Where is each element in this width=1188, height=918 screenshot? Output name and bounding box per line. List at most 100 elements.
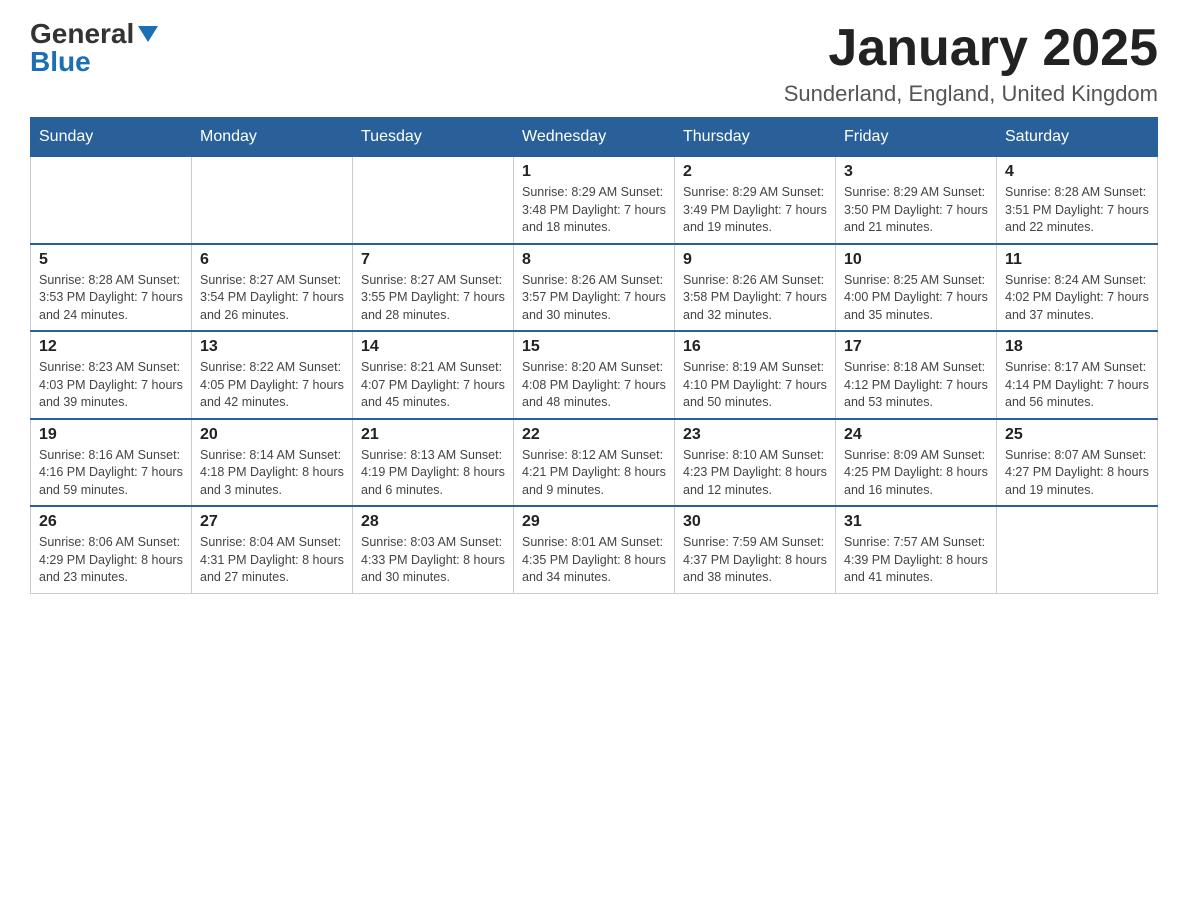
day-info: Sunrise: 8:28 AM Sunset: 3:53 PM Dayligh… <box>39 272 183 325</box>
day-info: Sunrise: 8:21 AM Sunset: 4:07 PM Dayligh… <box>361 359 505 412</box>
day-info: Sunrise: 8:29 AM Sunset: 3:48 PM Dayligh… <box>522 184 666 237</box>
calendar-cell: 10 Sunrise: 8:25 AM Sunset: 4:00 PM Dayli… <box>836 244 997 332</box>
calendar-cell: 1 Sunrise: 8:29 AM Sunset: 3:48 PM Daylig… <box>514 157 675 244</box>
day-number: 2 <box>683 163 827 181</box>
day-number: 1 <box>522 163 666 181</box>
day-info: Sunrise: 8:12 AM Sunset: 4:21 PM Dayligh… <box>522 447 666 500</box>
day-number: 10 <box>844 251 988 269</box>
calendar-cell: 13 Sunrise: 8:22 AM Sunset: 4:05 PM Dayli… <box>192 331 353 419</box>
day-info: Sunrise: 8:14 AM Sunset: 4:18 PM Dayligh… <box>200 447 344 500</box>
day-number: 16 <box>683 338 827 356</box>
day-number: 28 <box>361 513 505 531</box>
day-info: Sunrise: 8:10 AM Sunset: 4:23 PM Dayligh… <box>683 447 827 500</box>
day-of-week-header: Sunday <box>31 118 192 157</box>
day-number: 21 <box>361 426 505 444</box>
day-number: 3 <box>844 163 988 181</box>
day-info: Sunrise: 8:25 AM Sunset: 4:00 PM Dayligh… <box>844 272 988 325</box>
calendar-cell: 22 Sunrise: 8:12 AM Sunset: 4:21 PM Dayli… <box>514 419 675 507</box>
calendar-cell: 4 Sunrise: 8:28 AM Sunset: 3:51 PM Daylig… <box>997 157 1158 244</box>
day-info: Sunrise: 8:16 AM Sunset: 4:16 PM Dayligh… <box>39 447 183 500</box>
day-number: 12 <box>39 338 183 356</box>
day-of-week-header: Wednesday <box>514 118 675 157</box>
title-section: January 2025 Sunderland, England, United… <box>784 20 1158 107</box>
day-info: Sunrise: 8:17 AM Sunset: 4:14 PM Dayligh… <box>1005 359 1149 412</box>
day-info: Sunrise: 8:29 AM Sunset: 3:49 PM Dayligh… <box>683 184 827 237</box>
day-number: 6 <box>200 251 344 269</box>
day-info: Sunrise: 8:18 AM Sunset: 4:12 PM Dayligh… <box>844 359 988 412</box>
day-of-week-header: Monday <box>192 118 353 157</box>
calendar-cell: 25 Sunrise: 8:07 AM Sunset: 4:27 PM Dayli… <box>997 419 1158 507</box>
calendar-week-row: 19Sunrise: 8:16 AM Sunset: 4:16 PM Dayli… <box>31 419 1158 507</box>
calendar-week-row: 1 Sunrise: 8:29 AM Sunset: 3:48 PM Daylig… <box>31 157 1158 244</box>
calendar-cell: 21Sunrise: 8:13 AM Sunset: 4:19 PM Dayli… <box>353 419 514 507</box>
page-header: General Blue January 2025 Sunderland, En… <box>30 20 1158 107</box>
day-info: Sunrise: 8:29 AM Sunset: 3:50 PM Dayligh… <box>844 184 988 237</box>
day-number: 24 <box>844 426 988 444</box>
calendar-week-row: 26 Sunrise: 8:06 AM Sunset: 4:29 PM Dayli… <box>31 506 1158 593</box>
calendar-cell: 29 Sunrise: 8:01 AM Sunset: 4:35 PM Dayli… <box>514 506 675 593</box>
day-of-week-header: Tuesday <box>353 118 514 157</box>
day-of-week-header: Friday <box>836 118 997 157</box>
day-number: 17 <box>844 338 988 356</box>
calendar-cell: 9Sunrise: 8:26 AM Sunset: 3:58 PM Daylig… <box>675 244 836 332</box>
calendar-table: SundayMondayTuesdayWednesdayThursdayFrid… <box>30 117 1158 594</box>
calendar-cell: 23 Sunrise: 8:10 AM Sunset: 4:23 PM Dayli… <box>675 419 836 507</box>
calendar-week-row: 12 Sunrise: 8:23 AM Sunset: 4:03 PM Dayli… <box>31 331 1158 419</box>
calendar-cell: 7 Sunrise: 8:27 AM Sunset: 3:55 PM Daylig… <box>353 244 514 332</box>
calendar-cell <box>353 157 514 244</box>
day-info: Sunrise: 8:28 AM Sunset: 3:51 PM Dayligh… <box>1005 184 1149 237</box>
calendar-cell: 17 Sunrise: 8:18 AM Sunset: 4:12 PM Dayli… <box>836 331 997 419</box>
calendar-cell: 15 Sunrise: 8:20 AM Sunset: 4:08 PM Dayli… <box>514 331 675 419</box>
calendar-cell: 14Sunrise: 8:21 AM Sunset: 4:07 PM Dayli… <box>353 331 514 419</box>
day-number: 7 <box>361 251 505 269</box>
day-info: Sunrise: 8:26 AM Sunset: 3:58 PM Dayligh… <box>683 272 827 325</box>
day-info: Sunrise: 8:09 AM Sunset: 4:25 PM Dayligh… <box>844 447 988 500</box>
logo-general-text: General <box>30 20 134 48</box>
calendar-cell <box>31 157 192 244</box>
calendar-cell: 5Sunrise: 8:28 AM Sunset: 3:53 PM Daylig… <box>31 244 192 332</box>
day-of-week-header: Saturday <box>997 118 1158 157</box>
calendar-cell: 12 Sunrise: 8:23 AM Sunset: 4:03 PM Dayli… <box>31 331 192 419</box>
day-number: 26 <box>39 513 183 531</box>
day-number: 25 <box>1005 426 1149 444</box>
calendar-week-row: 5Sunrise: 8:28 AM Sunset: 3:53 PM Daylig… <box>31 244 1158 332</box>
calendar-cell: 26 Sunrise: 8:06 AM Sunset: 4:29 PM Dayli… <box>31 506 192 593</box>
day-number: 13 <box>200 338 344 356</box>
calendar-cell: 16 Sunrise: 8:19 AM Sunset: 4:10 PM Dayli… <box>675 331 836 419</box>
month-title: January 2025 <box>784 20 1158 77</box>
calendar-header-row: SundayMondayTuesdayWednesdayThursdayFrid… <box>31 118 1158 157</box>
day-info: Sunrise: 8:19 AM Sunset: 4:10 PM Dayligh… <box>683 359 827 412</box>
day-number: 4 <box>1005 163 1149 181</box>
day-info: Sunrise: 8:03 AM Sunset: 4:33 PM Dayligh… <box>361 534 505 587</box>
calendar-cell: 11Sunrise: 8:24 AM Sunset: 4:02 PM Dayli… <box>997 244 1158 332</box>
day-info: Sunrise: 8:20 AM Sunset: 4:08 PM Dayligh… <box>522 359 666 412</box>
calendar-cell: 18Sunrise: 8:17 AM Sunset: 4:14 PM Dayli… <box>997 331 1158 419</box>
day-info: Sunrise: 8:06 AM Sunset: 4:29 PM Dayligh… <box>39 534 183 587</box>
day-info: Sunrise: 7:57 AM Sunset: 4:39 PM Dayligh… <box>844 534 988 587</box>
calendar-cell: 6 Sunrise: 8:27 AM Sunset: 3:54 PM Daylig… <box>192 244 353 332</box>
day-info: Sunrise: 8:23 AM Sunset: 4:03 PM Dayligh… <box>39 359 183 412</box>
calendar-cell: 3 Sunrise: 8:29 AM Sunset: 3:50 PM Daylig… <box>836 157 997 244</box>
logo-blue-text: Blue <box>30 48 91 76</box>
day-number: 8 <box>522 251 666 269</box>
day-info: Sunrise: 8:27 AM Sunset: 3:55 PM Dayligh… <box>361 272 505 325</box>
logo-triangle-icon <box>138 26 158 42</box>
calendar-cell: 20Sunrise: 8:14 AM Sunset: 4:18 PM Dayli… <box>192 419 353 507</box>
calendar-cell: 28 Sunrise: 8:03 AM Sunset: 4:33 PM Dayli… <box>353 506 514 593</box>
calendar-cell: 8Sunrise: 8:26 AM Sunset: 3:57 PM Daylig… <box>514 244 675 332</box>
calendar-cell: 2 Sunrise: 8:29 AM Sunset: 3:49 PM Daylig… <box>675 157 836 244</box>
day-number: 23 <box>683 426 827 444</box>
calendar-cell: 19Sunrise: 8:16 AM Sunset: 4:16 PM Dayli… <box>31 419 192 507</box>
day-info: Sunrise: 8:27 AM Sunset: 3:54 PM Dayligh… <box>200 272 344 325</box>
day-number: 27 <box>200 513 344 531</box>
day-of-week-header: Thursday <box>675 118 836 157</box>
day-info: Sunrise: 7:59 AM Sunset: 4:37 PM Dayligh… <box>683 534 827 587</box>
day-number: 15 <box>522 338 666 356</box>
day-info: Sunrise: 8:22 AM Sunset: 4:05 PM Dayligh… <box>200 359 344 412</box>
day-info: Sunrise: 8:07 AM Sunset: 4:27 PM Dayligh… <box>1005 447 1149 500</box>
day-number: 22 <box>522 426 666 444</box>
day-info: Sunrise: 8:01 AM Sunset: 4:35 PM Dayligh… <box>522 534 666 587</box>
day-number: 29 <box>522 513 666 531</box>
location-subtitle: Sunderland, England, United Kingdom <box>784 81 1158 107</box>
day-info: Sunrise: 8:24 AM Sunset: 4:02 PM Dayligh… <box>1005 272 1149 325</box>
